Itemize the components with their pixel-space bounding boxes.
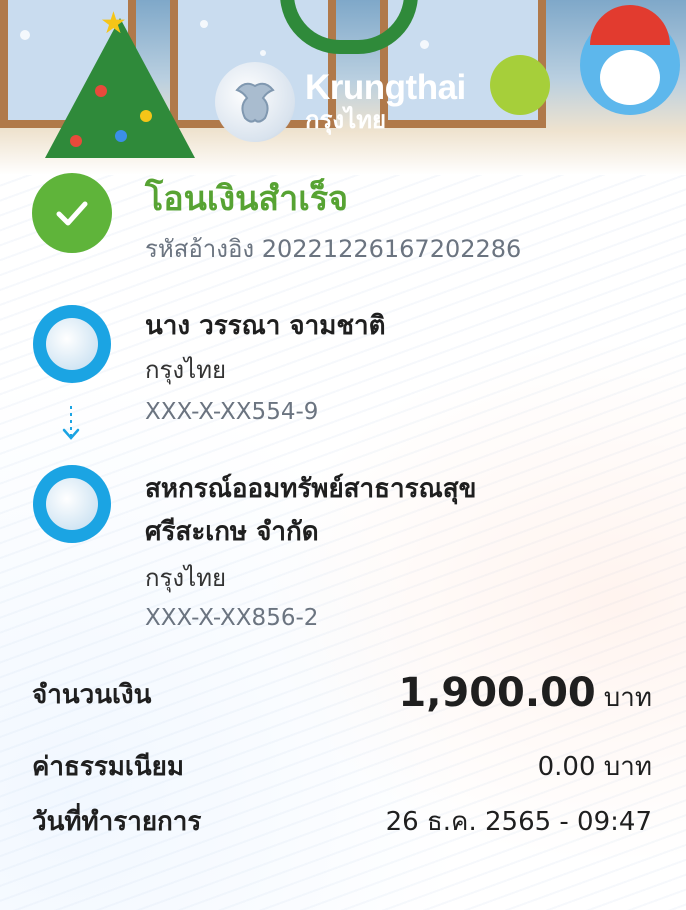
dinosaur-mascot-icon bbox=[490, 55, 550, 115]
snowflake bbox=[260, 50, 266, 56]
star-icon: ★ bbox=[100, 6, 127, 41]
santa-hat-icon bbox=[590, 5, 670, 45]
ornament bbox=[70, 135, 82, 147]
header-banner: ★ Krungthai กรุงไทย bbox=[0, 0, 686, 175]
snowflake bbox=[420, 40, 429, 49]
amount-unit: บาท bbox=[603, 683, 652, 713]
fee-value: 0.00 บาท bbox=[537, 752, 652, 782]
krungthai-logo: Krungthai กรุงไทย bbox=[215, 62, 466, 142]
status-title: โอนเงินสำเร็จ bbox=[145, 179, 349, 219]
brand-name-th: กรุงไทย bbox=[305, 106, 387, 134]
snowflake bbox=[20, 30, 30, 40]
receiver-name-line2: ศรีสะเกษ จำกัด bbox=[145, 517, 319, 547]
penguin-face bbox=[600, 50, 660, 105]
sender-account: XXX-X-XX554-9 bbox=[145, 399, 319, 425]
date-label: วันที่ทำรายการ bbox=[32, 807, 202, 837]
krungthai-bird-icon bbox=[215, 62, 295, 142]
sender-name: นาง วรรณา จามชาติ bbox=[145, 311, 386, 341]
amount-value-row: 1,900.00 บาท bbox=[398, 673, 652, 715]
date-value: 26 ธ.ค. 2565 - 09:47 bbox=[385, 807, 652, 837]
fee-label: ค่าธรรมเนียม bbox=[32, 752, 184, 782]
arrow-down-icon bbox=[62, 406, 80, 440]
amount-label: จำนวนเงิน bbox=[32, 680, 152, 710]
receiver-account: XXX-X-XX856-2 bbox=[145, 605, 319, 631]
sender-bank: กรุงไทย bbox=[145, 356, 227, 384]
brand-name-en: Krungthai bbox=[305, 68, 466, 107]
sender-bank-logo-icon bbox=[33, 305, 111, 383]
success-check-icon bbox=[32, 173, 112, 253]
reference-number: รหัสอ้างอิง 20221226167202286 bbox=[145, 235, 522, 263]
receiver-bank-logo-icon bbox=[33, 465, 111, 543]
snowflake bbox=[200, 20, 208, 28]
ornament bbox=[115, 130, 127, 142]
receiver-name-line1: สหกรณ์ออมทรัพย์สาธารณสุข bbox=[145, 474, 477, 504]
ornament bbox=[140, 110, 152, 122]
amount-value: 1,900.00 bbox=[398, 670, 596, 716]
receiver-bank: กรุงไทย bbox=[145, 564, 227, 592]
ornament bbox=[95, 85, 107, 97]
